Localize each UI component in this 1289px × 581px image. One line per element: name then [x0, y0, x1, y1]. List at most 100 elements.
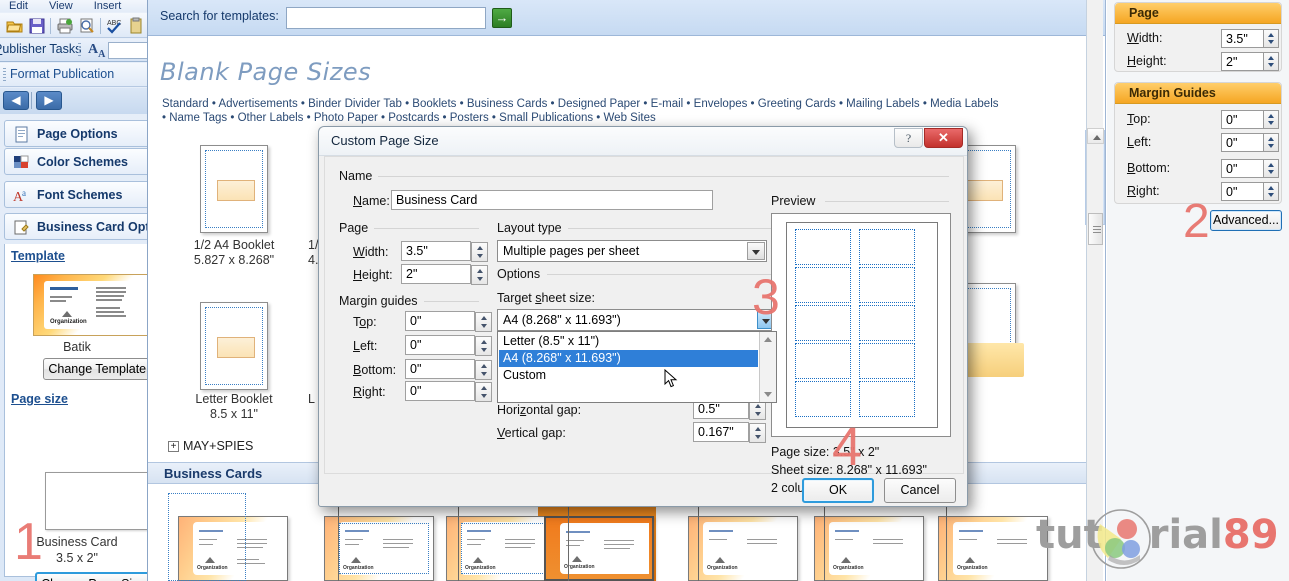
- dropdown-scrollbar[interactable]: [759, 332, 776, 402]
- sidebar-item-business-card-options[interactable]: Business Card Optio: [4, 213, 147, 240]
- business-card-thumb[interactable]: Organization: [324, 516, 434, 581]
- dlg-right-stepper[interactable]: [475, 382, 492, 402]
- dialog-titlebar[interactable]: Custom Page Size ? ✕: [319, 127, 967, 156]
- bottom-margin-field[interactable]: 0": [1221, 159, 1279, 178]
- business-card-thumb[interactable]: Organization: [446, 516, 556, 581]
- vertical-gap-input[interactable]: 0.167": [693, 422, 766, 443]
- dlg-left-stepper[interactable]: [475, 336, 492, 356]
- format-publication-title: Format Publication: [10, 67, 115, 81]
- dlg-width-input[interactable]: 3.5": [401, 241, 488, 262]
- save-icon[interactable]: [28, 17, 46, 35]
- change-template-button[interactable]: Change Template.: [43, 358, 147, 380]
- dlg-left-input[interactable]: 0": [405, 335, 492, 356]
- spell-check-icon[interactable]: ABC: [105, 17, 123, 35]
- menu-item-edit[interactable]: Edit: [0, 0, 37, 12]
- top-margin-field[interactable]: 0": [1221, 110, 1279, 129]
- dlg-top-stepper[interactable]: [475, 312, 492, 332]
- template-thumb[interactable]: [200, 302, 268, 390]
- clipboard-icon[interactable]: [127, 17, 145, 35]
- toolbar-combo[interactable]: [108, 42, 147, 59]
- left-margin-value: 0": [1226, 136, 1238, 150]
- dlg-right-label: Right:: [353, 385, 386, 399]
- category-line-1[interactable]: Standard • Advertisements • Binder Divid…: [162, 97, 1092, 111]
- menu-item-insert[interactable]: Insert: [85, 0, 131, 12]
- menu-bar[interactable]: Edit View Insert: [0, 0, 147, 12]
- tree-node-may-spies[interactable]: + MAY+SPIES: [168, 439, 253, 453]
- category-links[interactable]: Standard • Advertisements • Binder Divid…: [162, 97, 1092, 125]
- option-custom[interactable]: Custom: [499, 367, 758, 384]
- right-margin-stepper[interactable]: [1263, 183, 1278, 200]
- template-thumbnail[interactable]: Organization: [33, 274, 147, 336]
- top-margin-stepper[interactable]: [1263, 111, 1278, 128]
- help-icon[interactable]: ?: [894, 128, 923, 148]
- bottom-margin-stepper[interactable]: [1263, 160, 1278, 177]
- sidebar-item-color-schemes[interactable]: Color Schemes: [4, 148, 147, 175]
- layout-type-dropdown[interactable]: Multiple pages per sheet: [497, 240, 767, 262]
- nav-forward-button[interactable]: ▶: [36, 91, 62, 110]
- close-icon[interactable]: ✕: [924, 128, 963, 148]
- publisher-tasks-bar[interactable]: Publisher Tasks AA: [0, 39, 147, 62]
- pane-grip[interactable]: [3, 68, 6, 82]
- template-thumb[interactable]: [200, 145, 268, 233]
- category-line-2[interactable]: • Name Tags • Other Labels • Photo Paper…: [162, 111, 1092, 125]
- target-sheet-dropdown[interactable]: A4 (8.268" x 11.693"): [497, 309, 777, 331]
- dlg-top-input[interactable]: 0": [405, 311, 492, 332]
- thumb-dims: 8.5 x 11": [210, 407, 258, 421]
- page-title: Blank Page Sizes: [160, 58, 372, 86]
- height-field[interactable]: 2": [1221, 52, 1279, 71]
- option-letter[interactable]: Letter (8.5" x 11"): [499, 333, 758, 350]
- open-folder-icon[interactable]: [6, 17, 24, 35]
- template-section-title: Template: [11, 249, 65, 263]
- publisher-tasks-label[interactable]: Publisher Tasks: [0, 42, 81, 56]
- bottom-label: Bottom:: [1127, 161, 1171, 175]
- search-go-button[interactable]: →: [492, 8, 512, 28]
- dlg-width-stepper[interactable]: [471, 242, 488, 262]
- width-stepper[interactable]: [1263, 30, 1278, 47]
- business-card-thumb[interactable]: Organization: [814, 516, 924, 581]
- menu-item-view[interactable]: View: [40, 0, 82, 12]
- thumb-name: Letter Booklet: [195, 392, 273, 406]
- business-card-thumb[interactable]: Organization: [688, 516, 798, 581]
- scroll-up-button[interactable]: [1087, 128, 1104, 144]
- nav-back-button[interactable]: ◀: [3, 91, 29, 110]
- window-scrollbar[interactable]: [1086, 0, 1104, 581]
- sidebar-item-font-schemes[interactable]: Aa Font Schemes: [4, 181, 147, 208]
- business-cards-title: Business Cards: [164, 466, 263, 481]
- dlg-height-input[interactable]: 2": [401, 264, 488, 285]
- font-size-icon[interactable]: AA: [88, 42, 105, 60]
- sidebar-item-label: Color Schemes: [37, 155, 129, 169]
- dlg-height-label: Height:: [353, 268, 393, 282]
- horizontal-gap-stepper[interactable]: [749, 400, 766, 420]
- sidebar-item-page-options[interactable]: Page Options: [4, 120, 147, 147]
- name-input[interactable]: Business Card: [391, 190, 713, 210]
- tree-expander-icon[interactable]: +: [168, 441, 179, 453]
- page-setup-panel: Page Width: 3.5" Height: 2" Margin Guide…: [1107, 0, 1289, 581]
- cancel-button[interactable]: Cancel: [884, 478, 956, 503]
- print-icon[interactable]: [56, 17, 74, 35]
- dlg-bottom-input[interactable]: 0": [405, 359, 492, 380]
- right-margin-field[interactable]: 0": [1221, 182, 1279, 201]
- scrollbar-thumb[interactable]: [1088, 213, 1103, 245]
- left-margin-field[interactable]: 0": [1221, 133, 1279, 152]
- left-margin-stepper[interactable]: [1263, 134, 1278, 151]
- dlg-height-stepper[interactable]: [471, 265, 488, 285]
- dlg-bottom-stepper[interactable]: [475, 360, 492, 380]
- option-a4[interactable]: A4 (8.268" x 11.693"): [499, 350, 758, 367]
- scroll-up-icon[interactable]: [764, 337, 772, 342]
- target-sheet-options-list[interactable]: Letter (8.5" x 11") A4 (8.268" x 11.693"…: [497, 331, 777, 403]
- business-card-thumb[interactable]: Organization: [938, 516, 1048, 581]
- change-page-size-button[interactable]: Change Page Size.: [35, 572, 147, 581]
- toolbar-grip[interactable]: [78, 43, 81, 58]
- vertical-gap-stepper[interactable]: [749, 423, 766, 443]
- chevron-down-icon[interactable]: [747, 242, 765, 260]
- width-field[interactable]: 3.5": [1221, 29, 1279, 48]
- dlg-right-input[interactable]: 0": [405, 381, 492, 402]
- search-input[interactable]: [286, 7, 486, 29]
- dlg-left-label: Left:: [353, 339, 378, 353]
- print-preview-icon[interactable]: [78, 17, 96, 35]
- business-card-thumb-selected[interactable]: Organization: [544, 516, 654, 581]
- ok-button[interactable]: OK: [802, 478, 874, 503]
- scroll-down-icon[interactable]: [764, 392, 772, 397]
- advanced-button[interactable]: Advanced...: [1210, 210, 1282, 231]
- height-stepper[interactable]: [1263, 53, 1278, 70]
